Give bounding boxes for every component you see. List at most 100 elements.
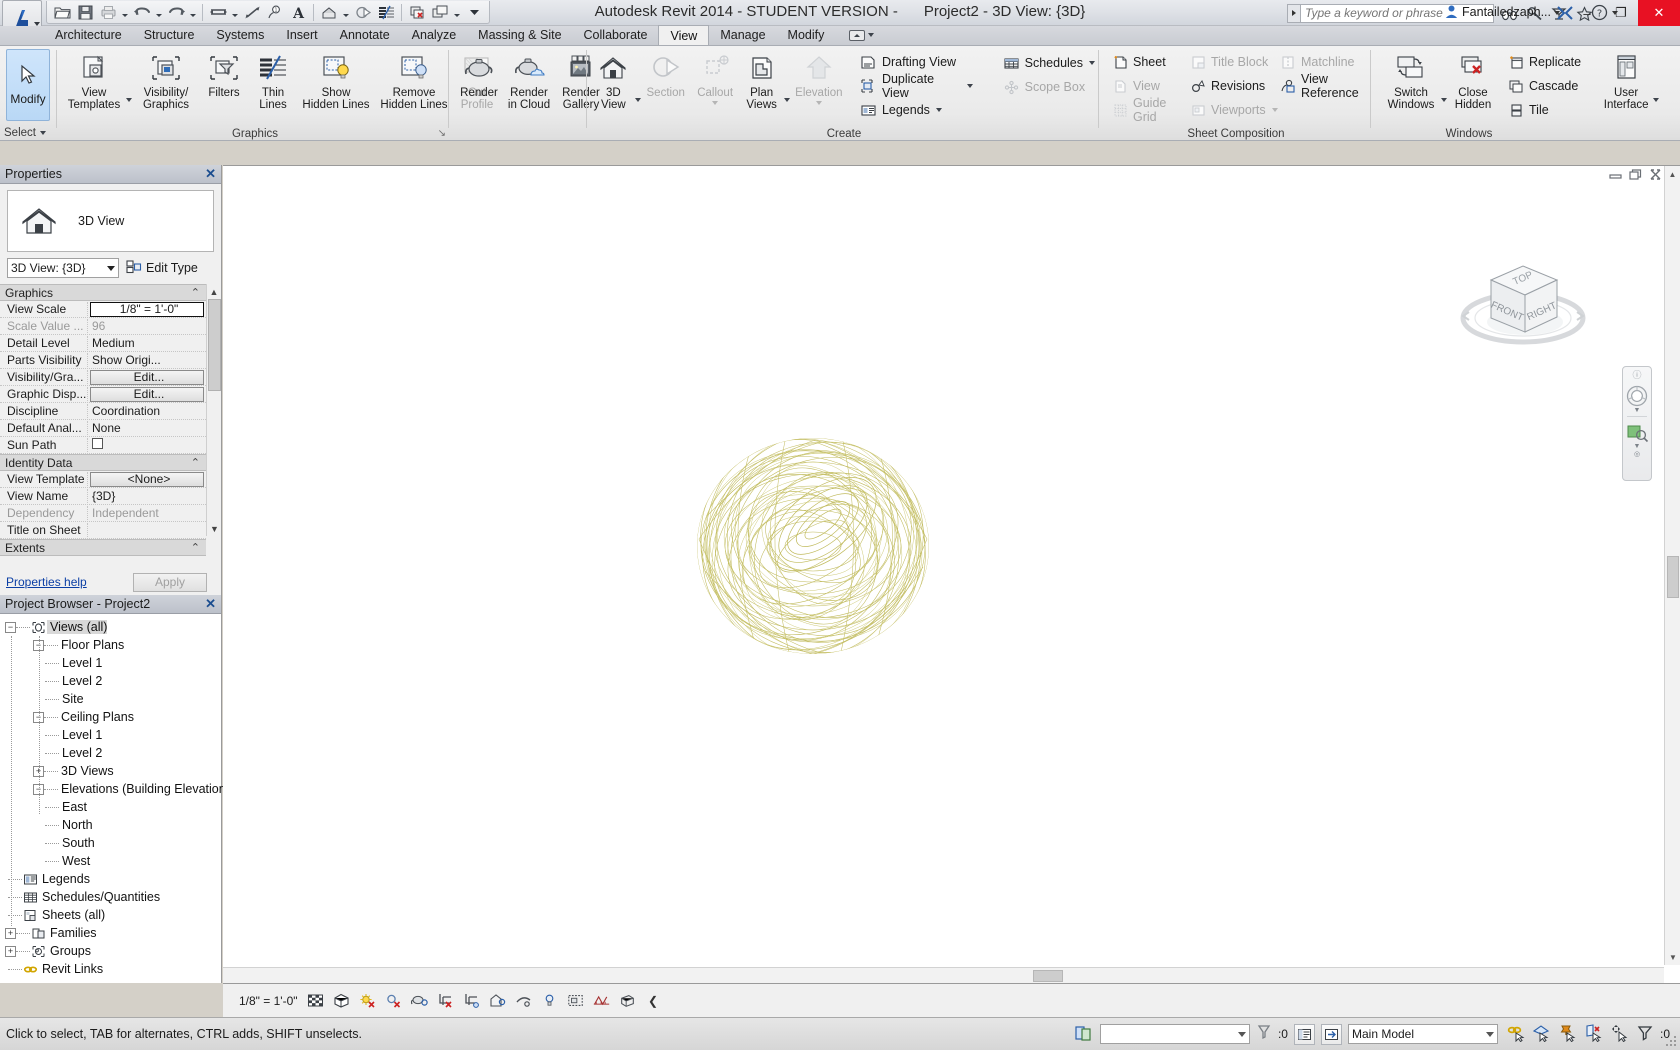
property-value-detail-level[interactable]: Medium [88,336,206,350]
render-button[interactable]: Render [455,48,503,124]
editing-requests-icon[interactable] [1320,1023,1342,1045]
visual-style-icon[interactable] [333,992,350,1009]
print-icon[interactable] [97,2,119,23]
property-row-sun-path[interactable]: Sun Path [0,437,206,454]
save-icon[interactable] [74,2,96,23]
tree-node-revit-links[interactable]: Revit Links [0,960,221,978]
tree-node-ceiling-plans[interactable]: − Ceiling Plans [0,708,221,726]
title-block-row[interactable]: Title Block [1186,50,1276,74]
callout-dropdown-caret[interactable] [712,101,719,105]
chevron-down-icon[interactable] [1237,1031,1246,1037]
close-icon[interactable] [1649,169,1662,183]
steering-wheel-icon[interactable] [1623,381,1651,408]
switch-windows-button[interactable]: Switch Windows [1382,48,1440,124]
tile-row[interactable]: Tile [1504,98,1584,122]
collapse-arrow-icon[interactable]: ❮ [645,992,662,1009]
scroll-down-icon[interactable]: ▼ [1665,949,1680,965]
property-row-title-on-sheet[interactable]: Title on Sheet [0,522,206,539]
tree-node-views-all[interactable]: − Views (all) [0,618,221,636]
section-icon[interactable] [352,2,374,23]
select-underlay-icon[interactable] [1532,1024,1552,1045]
duplicate-view-dropdown-caret[interactable] [966,84,973,88]
tree-node-schedules-quantities[interactable]: Schedules/Quantities [0,888,221,906]
tag-icon[interactable]: 1 [264,2,286,23]
collapse-chevron-icon[interactable]: ⌃ [191,541,200,554]
horizontal-scroll-thumb[interactable] [1033,970,1063,982]
temporary-view-properties-icon[interactable] [567,992,584,1009]
matchline-row[interactable]: Matchline [1276,50,1372,74]
legends-row[interactable]: Legends [857,98,976,122]
property-group-identity-data[interactable]: Identity Data ⌃ [0,454,206,471]
close-hidden-windows-icon[interactable] [406,2,428,23]
temporary-hide-isolate-icon[interactable] [515,992,532,1009]
property-value-view-name[interactable]: {3D} [88,489,206,503]
edit-type-button[interactable]: Edit Type [125,259,198,277]
view-templates-dropdown-caret[interactable] [126,98,132,102]
user-interface-button[interactable]: User Interface [1600,48,1652,124]
close-icon[interactable]: ✕ [205,596,216,612]
tab-structure[interactable]: Structure [133,25,206,45]
property-row-view-scale[interactable]: View Scale 1/8" = 1'-0" [0,301,206,318]
model-3d-wireframe[interactable] [693,421,953,671]
shadows-off-icon[interactable] [385,992,402,1009]
tree-node-elevation-east[interactable]: East [0,798,221,816]
measure-icon[interactable] [207,2,229,23]
sun-path-off-icon[interactable] [359,992,376,1009]
constraints-icon[interactable] [619,992,636,1009]
vertical-scroll-thumb[interactable] [1667,556,1679,598]
close-hidden-button[interactable]: Close Hidden [1448,48,1498,124]
tree-toggle-plus[interactable]: + [5,927,16,939]
property-value-discipline[interactable]: Coordination [88,404,206,418]
tree-node-floor-plans[interactable]: − Floor Plans [0,636,221,654]
analytical-model-icon[interactable] [593,992,610,1009]
property-edit-button-visibility[interactable]: Edit... [90,369,204,385]
guide-grid-row[interactable]: Guide Grid [1108,96,1186,124]
thin-lines-button[interactable]: Thin Lines [249,48,297,124]
property-value-view-template[interactable]: <None> [90,471,204,487]
3d-view-button[interactable]: 3D View [593,48,634,124]
undo-dropdown-caret[interactable] [154,2,164,23]
plan-views-button[interactable]: Plan Views [740,48,783,124]
close-icon[interactable]: ✕ [205,166,216,182]
switch-windows-icon[interactable] [429,2,451,23]
select-dropdown-caret[interactable] [39,131,46,135]
collapse-chevron-icon[interactable]: ⌃ [191,456,200,469]
sun-path-checkbox[interactable] [92,438,103,449]
tab-analyze[interactable]: Analyze [401,25,467,45]
scroll-up-icon[interactable]: ▲ [1665,166,1680,182]
elevation-dropdown-caret[interactable] [815,101,822,105]
scroll-down-icon[interactable]: ▼ [207,521,222,536]
tree-node-ceiling-plans-level-2[interactable]: Level 2 [0,744,221,762]
drag-elements-icon[interactable] [1610,1024,1630,1045]
design-options-icon[interactable] [1074,1024,1094,1045]
tab-view[interactable]: View [658,25,710,45]
switch-windows-dropdown-caret[interactable] [1441,98,1447,102]
tree-node-3d-views[interactable]: + 3D Views [0,762,221,780]
close-button[interactable]: ✕ [1638,0,1680,26]
tree-node-families[interactable]: + Families [0,924,221,942]
3d-view-dropdown-caret[interactable] [341,2,351,23]
properties-scrollbar[interactable]: ▲ ▼ [206,284,221,536]
cascade-row[interactable]: Cascade [1504,74,1584,98]
viewports-dropdown-caret[interactable] [1271,108,1278,112]
property-row-view-template[interactable]: View Template <None> [0,471,206,488]
elevation-button[interactable]: Elevation [791,48,847,124]
open-icon[interactable] [51,2,73,23]
scroll-up-icon[interactable]: ▲ [207,284,221,299]
property-value-default-analysis[interactable]: None [88,421,206,435]
navbar-close-icon[interactable]: ⓘ [1623,367,1651,381]
replicate-row[interactable]: Replicate [1504,50,1584,74]
default-3d-view-icon[interactable] [318,2,340,23]
show-crop-region-icon[interactable] [463,992,480,1009]
detail-level-icon[interactable] [307,992,324,1009]
properties-help-link[interactable]: Properties help [6,575,87,589]
chevron-down-icon[interactable] [107,265,115,271]
thin-lines-icon[interactable] [375,2,397,23]
select-pinned-icon[interactable] [1558,1024,1578,1045]
property-row-view-name[interactable]: View Name {3D} [0,488,206,505]
resize-grip[interactable] [1666,1036,1678,1048]
property-value-sun-path[interactable] [88,438,206,452]
redo-dropdown-caret[interactable] [188,2,198,23]
apply-button[interactable]: Apply [133,572,207,592]
tree-node-floor-plans-level-2[interactable]: Level 2 [0,672,221,690]
